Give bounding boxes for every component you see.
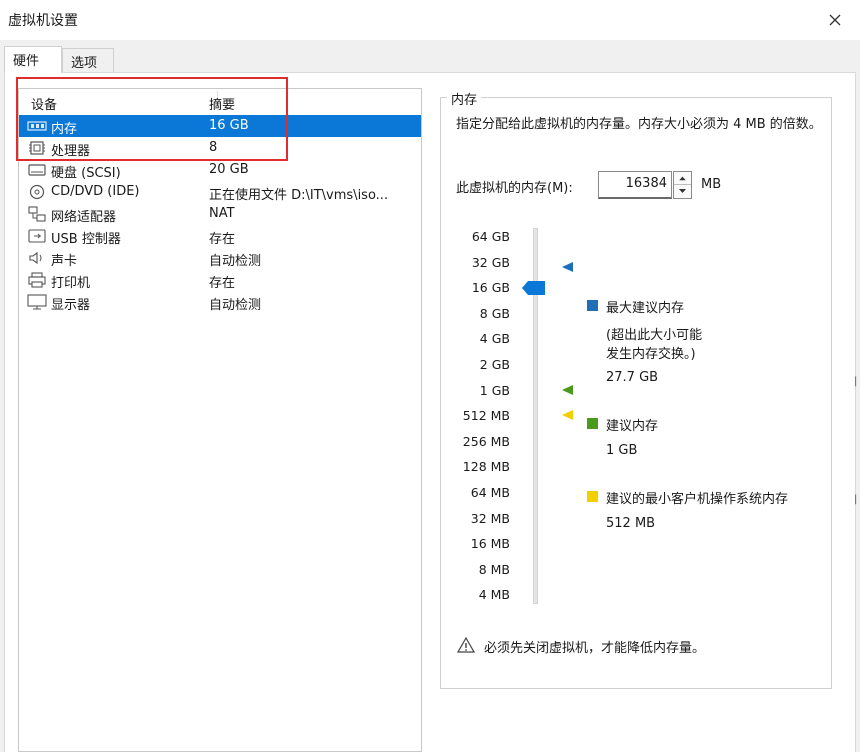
min-guest-label: 建议的最小客户机操作系统内存 [606, 492, 789, 507]
window-title: 虚拟机设置 [8, 13, 78, 29]
usb-icon [28, 229, 46, 243]
min-guest-value: 512 MB [606, 516, 656, 531]
scale-tick-label: 32 GB [471, 254, 510, 270]
spin-down-icon[interactable] [674, 185, 691, 198]
column-header-summary[interactable]: 摘要 [209, 94, 235, 113]
memory-slider-thumb[interactable] [522, 280, 546, 296]
memory-spinner [673, 171, 692, 199]
max-recommended-note: 发生内存交换。) [606, 347, 696, 362]
recommended-marker [562, 385, 573, 395]
device-name: 声卡 [51, 254, 78, 269]
device-row-hard-disk[interactable]: 硬盘 (SCSI) 20 GB [19, 159, 421, 181]
device-summary: 存在 [209, 232, 236, 247]
scale-tick-label: 2 GB [479, 357, 510, 372]
device-row-cd-dvd[interactable]: CD/DVD (IDE) 正在使用文件 D:\IT\vms\iso... [19, 181, 421, 203]
memory-input-label: 此虚拟机的内存(M): [456, 181, 573, 196]
min-guest-swatch [587, 491, 598, 502]
device-row-sound-card[interactable]: 声卡 自动检测 [19, 247, 421, 269]
memory-icon [27, 121, 47, 131]
device-summary: 20 GB [209, 162, 249, 177]
max-recommended-value: 27.7 GB [606, 370, 659, 385]
max-recommended-label: 最大建议内存 [606, 301, 685, 316]
scale-tick-label: 1 GB [479, 382, 510, 398]
device-name: 显示器 [51, 298, 91, 313]
scale-tick-label: 4 GB [479, 331, 510, 347]
list-header: 设备 摘要 [19, 89, 421, 113]
speaker-icon [29, 251, 42, 265]
warning-text: 必须先关闭虚拟机，才能降低内存量。 [484, 641, 706, 656]
scale-tick-label: 16 GB [471, 280, 510, 296]
warning-icon [457, 637, 475, 653]
spin-up-icon[interactable] [674, 172, 691, 185]
scale-tick-label: 512 MB [462, 408, 510, 424]
device-name: 处理器 [51, 144, 91, 159]
device-summary: 自动检测 [209, 298, 262, 313]
device-name: 网络适配器 [51, 210, 117, 225]
max-recommended-note: (超出此大小可能 [606, 328, 703, 343]
device-summary: 存在 [209, 276, 236, 291]
edge-fragment: | [854, 376, 858, 387]
device-row-usb-controller[interactable]: USB 控制器 存在 [19, 225, 421, 247]
device-row-processor[interactable]: 处理器 8 [19, 137, 421, 159]
device-name: 硬盘 (SCSI) [51, 166, 121, 181]
memory-size-input[interactable]: 16384 [598, 171, 672, 199]
device-summary: 自动检测 [209, 254, 262, 269]
title-bar: 虚拟机设置 [0, 0, 860, 40]
edge-fragment: | [854, 494, 858, 505]
tab-bar: 硬件 选项 [0, 40, 860, 73]
scale-tick-label: 32 MB [470, 510, 510, 526]
printer-icon [28, 272, 46, 288]
scale-tick-label: 128 MB [462, 459, 510, 475]
device-summary: 正在使用文件 D:\IT\vms\iso... [209, 188, 389, 203]
memory-unit: MB [701, 177, 722, 192]
close-icon[interactable] [822, 8, 848, 32]
max-recommended-swatch [587, 300, 598, 311]
network-adapter-icon [28, 206, 46, 222]
memory-group-title: 内存 [447, 89, 482, 108]
device-row-network-adapter[interactable]: 网络适配器 NAT [19, 203, 421, 225]
cd-dvd-icon [29, 184, 45, 200]
recommended-swatch [587, 418, 598, 429]
device-name: USB 控制器 [51, 232, 121, 247]
max-recommended-marker [562, 262, 573, 272]
monitor-icon [27, 294, 47, 310]
device-name: 打印机 [51, 276, 91, 291]
device-row-memory[interactable]: 内存 16 GB [19, 115, 421, 137]
recommended-value: 1 GB [606, 443, 638, 458]
scale-tick-label: 16 MB [470, 536, 510, 552]
recommended-label: 建议内存 [606, 419, 659, 434]
tab-options[interactable]: 选项 [62, 48, 114, 72]
hard-disk-icon [28, 164, 46, 176]
device-list[interactable]: 设备 摘要 内存 16 GB 处理器 8 硬盘 (SCSI) 20 GB CD/… [18, 88, 422, 752]
processor-icon [29, 141, 45, 155]
device-summary: 16 GB [209, 118, 249, 133]
scale-tick-label: 64 MB [470, 485, 510, 500]
device-row-display[interactable]: 显示器 自动检测 [19, 291, 421, 313]
tab-hardware[interactable]: 硬件 [4, 46, 62, 73]
scale-tick-label: 8 GB [479, 305, 510, 321]
column-header-device[interactable]: 设备 [31, 94, 57, 113]
scale-tick-label: 8 MB [478, 561, 510, 577]
scale-tick-label: 256 MB [462, 433, 510, 449]
min-guest-marker [562, 410, 573, 420]
device-summary: 8 [209, 140, 218, 155]
scale-tick-label: 64 GB [471, 229, 510, 244]
device-name: CD/DVD (IDE) [51, 184, 140, 199]
scale-tick-label: 4 MB [478, 587, 510, 603]
device-name: 内存 [51, 122, 78, 137]
device-row-printer[interactable]: 打印机 存在 [19, 269, 421, 291]
device-summary: NAT [209, 206, 235, 221]
memory-description: 指定分配给此虚拟机的内存量。内存大小必须为 4 MB 的倍数。 [456, 117, 822, 132]
